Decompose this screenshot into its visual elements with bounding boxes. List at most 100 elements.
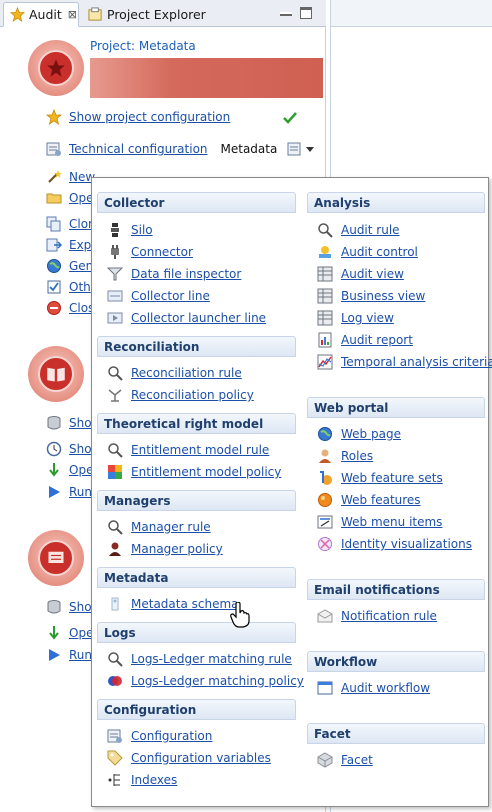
menu-item-audit-view[interactable]: Audit view (317, 265, 404, 283)
menu-item-collector-launcher-line[interactable]: Collector launcher line (107, 309, 266, 327)
menu-item-indexes[interactable]: Indexes (107, 771, 177, 789)
menu-item-entitlement-model-policy[interactable]: Entitlement model policy (107, 463, 281, 481)
left-item-label[interactable]: Ope (69, 463, 93, 477)
menu-item-label[interactable]: Audit control (341, 245, 418, 259)
menu-item-identity-visualizations[interactable]: Identity visualizations (317, 535, 472, 553)
close-tab-icon[interactable]: ⊠ (68, 8, 77, 21)
left-item-label[interactable]: Oth (69, 280, 91, 294)
menu-item-label[interactable]: Entitlement model rule (131, 443, 269, 457)
section-theoretical-right-model: Theoretical right model (97, 413, 296, 434)
menu-item-label[interactable]: Silo (131, 223, 153, 237)
menu-item-manager-rule[interactable]: Manager rule (107, 518, 211, 536)
left-item-close[interactable]: Clos (46, 299, 94, 317)
menu-item-log-view[interactable]: Log view (317, 309, 394, 327)
menu-item-label[interactable]: Logs-Ledger matching rule (131, 652, 292, 666)
menu-item-label[interactable]: Identity visualizations (341, 537, 472, 551)
left-item-show-3[interactable]: Sho (46, 598, 92, 616)
menu-item-web-menu-items[interactable]: Web menu items (317, 513, 442, 531)
menu-item-label[interactable]: Connector (131, 245, 193, 259)
menu-item-label[interactable]: Audit view (341, 267, 404, 281)
chevron-down-icon[interactable] (305, 142, 315, 156)
menu-item-label[interactable]: Audit workflow (341, 681, 430, 695)
menu-item-configuration-variables[interactable]: Configuration variables (107, 749, 271, 767)
menu-item-label[interactable]: Indexes (131, 773, 177, 787)
left-item-other[interactable]: Oth (46, 278, 91, 296)
menu-item-logs-ledger-matching-policy[interactable]: Logs-Ledger matching policy (107, 672, 304, 690)
left-item-new[interactable]: New (46, 168, 95, 186)
maximize-button[interactable] (300, 7, 312, 19)
menu-item-label[interactable]: Notification rule (341, 609, 437, 623)
left-item-show-1[interactable]: Sho (46, 414, 92, 432)
left-item-label[interactable]: Run (69, 648, 92, 662)
menu-item-silo[interactable]: Silo (107, 221, 153, 239)
menu-item-audit-report[interactable]: Audit report (317, 331, 413, 349)
left-item-label[interactable]: Ope (69, 191, 93, 205)
menu-item-label[interactable]: Audit report (341, 333, 413, 347)
left-item-open-3[interactable]: Ope (46, 624, 93, 642)
menu-item-label[interactable]: Web feature sets (341, 471, 443, 485)
menu-item-reconciliation-rule[interactable]: Reconciliation rule (107, 364, 242, 382)
menu-item-label[interactable]: Manager policy (131, 542, 223, 556)
menu-item-label[interactable]: Web features (341, 493, 421, 507)
menu-item-label[interactable]: Roles (341, 449, 373, 463)
left-item-label[interactable]: Gen (69, 259, 93, 273)
menu-item-facet[interactable]: Facet (317, 751, 373, 769)
show-project-configuration-link[interactable]: Show project configuration (69, 110, 230, 124)
menu-item-audit-rule[interactable]: Audit rule (317, 221, 400, 239)
menu-item-label[interactable]: Collector launcher line (131, 311, 266, 325)
technical-configuration-link[interactable]: Technical configuration (69, 142, 208, 156)
left-item-open[interactable]: Ope (46, 189, 93, 207)
menu-item-connector[interactable]: Connector (107, 243, 193, 261)
menu-item-label[interactable]: Audit rule (341, 223, 400, 237)
menu-item-configuration[interactable]: Configuration (107, 727, 212, 745)
menu-item-label[interactable]: Reconciliation rule (131, 366, 242, 380)
menu-item-logs-ledger-matching-rule[interactable]: Logs-Ledger matching rule (107, 650, 292, 668)
menu-item-label[interactable]: Configuration (131, 729, 212, 743)
left-item-label[interactable]: Sho (69, 442, 92, 456)
left-item-clone[interactable]: Clon (46, 215, 96, 233)
menu-item-data-file-inspector[interactable]: Data file inspector (107, 265, 241, 283)
show-project-configuration-row[interactable]: Show project configuration (46, 108, 230, 126)
menu-item-label[interactable]: Data file inspector (131, 267, 241, 281)
menu-item-web-page[interactable]: Web page (317, 425, 401, 443)
menu-item-label[interactable]: Web menu items (341, 515, 442, 529)
left-item-label[interactable]: Sho (69, 416, 92, 430)
tab-audit[interactable]: Audit ⊠ (3, 2, 79, 27)
menu-item-web-features[interactable]: Web features (317, 491, 421, 509)
menu-item-label[interactable]: Manager rule (131, 520, 211, 534)
menu-item-business-view[interactable]: Business view (317, 287, 425, 305)
left-item-run[interactable]: Run (46, 483, 92, 501)
menu-item-notification-rule[interactable]: Notification rule (317, 607, 437, 625)
menu-item-web-feature-sets[interactable]: Web feature sets (317, 469, 443, 487)
menu-item-label[interactable]: Log view (341, 311, 394, 325)
left-item-generate[interactable]: Gen (46, 257, 93, 275)
menu-item-audit-control[interactable]: Audit control (317, 243, 418, 261)
menu-item-label[interactable]: Web page (341, 427, 401, 441)
menu-item-reconciliation-policy[interactable]: Reconciliation policy (107, 386, 254, 404)
menu-item-label[interactable]: Collector line (131, 289, 210, 303)
menu-item-audit-workflow[interactable]: Audit workflow (317, 679, 430, 697)
menu-item-metadata-schema[interactable]: Metadata schema (107, 595, 239, 613)
menu-item-label[interactable]: Metadata schema (131, 597, 239, 611)
left-item-label[interactable]: Ope (69, 626, 93, 640)
menu-item-label[interactable]: Configuration variables (131, 751, 271, 765)
configuration-selector-icon[interactable] (287, 141, 303, 157)
left-item-open-2[interactable]: Ope (46, 461, 93, 479)
menu-item-temporal-analysis-criteria[interactable]: Temporal analysis criteria (317, 353, 492, 371)
menu-item-label[interactable]: Temporal analysis criteria (341, 355, 492, 369)
menu-item-roles[interactable]: Roles (317, 447, 373, 465)
menu-item-label[interactable]: Logs-Ledger matching policy (131, 674, 304, 688)
left-item-label[interactable]: Run (69, 485, 92, 499)
minimize-button[interactable] (280, 12, 292, 16)
left-item-run-2[interactable]: Run (46, 646, 92, 664)
tab-project-explorer[interactable]: Project Explorer (82, 2, 208, 27)
menu-item-label[interactable]: Reconciliation policy (131, 388, 254, 402)
left-item-show-2[interactable]: Sho (46, 440, 92, 458)
menu-item-label[interactable]: Business view (341, 289, 425, 303)
menu-item-label[interactable]: Facet (341, 753, 373, 767)
left-item-label[interactable]: Sho (69, 600, 92, 614)
menu-item-label[interactable]: Entitlement model policy (131, 465, 281, 479)
menu-item-manager-policy[interactable]: Manager policy (107, 540, 223, 558)
menu-item-entitlement-model-rule[interactable]: Entitlement model rule (107, 441, 269, 459)
menu-item-collector-line[interactable]: Collector line (107, 287, 210, 305)
